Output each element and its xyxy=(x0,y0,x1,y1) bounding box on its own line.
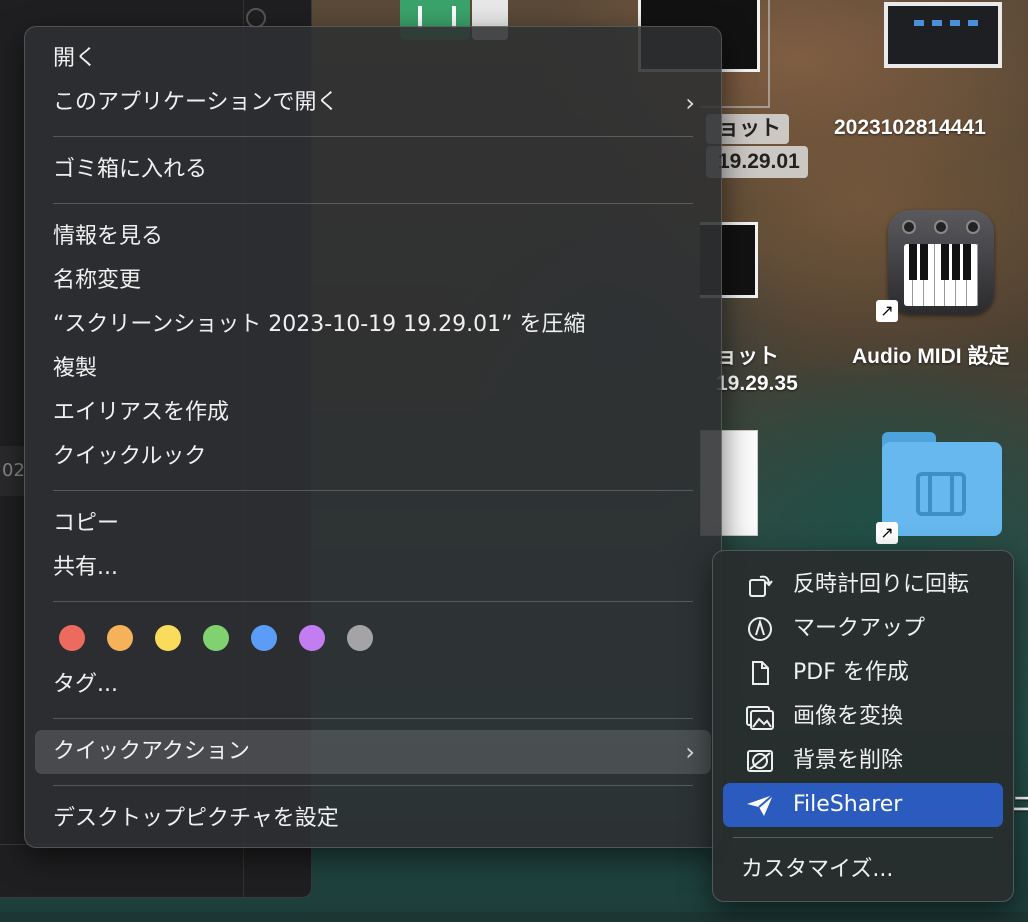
menu-item-label: このアプリケーションで開く xyxy=(53,90,339,115)
menu-item-duplicate[interactable]: 複製 xyxy=(35,347,711,391)
film-icon xyxy=(916,472,966,516)
submenu-item-markup[interactable]: マークアップ xyxy=(723,607,1003,651)
submenu-item-label: FileSharer xyxy=(793,792,903,817)
menu-item-quick-look[interactable]: クイックルック xyxy=(35,435,711,479)
desktop-label-shot2-line2[interactable]: 19.29.35 xyxy=(716,372,798,396)
photos-icon xyxy=(745,703,775,731)
submenu-item-filesharer[interactable]: FileSharer xyxy=(723,783,1003,827)
folder-body xyxy=(882,442,1002,536)
desktop-label-screenshot[interactable]: 2023102814441 xyxy=(834,116,986,140)
menu-item-label: クイックアクション xyxy=(53,739,250,764)
menu-separator xyxy=(53,718,693,719)
red-tag[interactable] xyxy=(59,625,85,651)
menu-item-make-alias[interactable]: エイリアスを作成 xyxy=(35,391,711,435)
menu-item-open-with[interactable]: このアプリケーションで開く › xyxy=(35,81,711,125)
menu-item-share[interactable]: 共有... xyxy=(35,546,711,590)
rotate-left-icon xyxy=(745,571,775,599)
menu-separator xyxy=(53,490,693,491)
markup-pen-icon xyxy=(745,615,775,643)
menu-separator xyxy=(53,203,693,204)
movies-folder-icon[interactable] xyxy=(882,432,1002,536)
submenu-item-customize[interactable]: カスタマイズ... xyxy=(723,848,1003,892)
alias-arrow-icon: ↗ xyxy=(876,522,898,544)
audio-midi-app-icon[interactable] xyxy=(888,210,994,314)
desktop-label-partial[interactable]: ニ xyxy=(1012,788,1028,818)
alias-arrow-icon: ↗ xyxy=(876,300,898,322)
thumbnail-content xyxy=(888,6,998,64)
knobs xyxy=(902,220,980,238)
desktop-label-app[interactable]: Audio MIDI 設定 xyxy=(852,340,1009,370)
orange-tag[interactable] xyxy=(107,625,133,651)
menu-separator xyxy=(53,136,693,137)
submenu-item-label: PDF を作成 xyxy=(793,660,909,685)
menu-item-set-desktop-picture[interactable]: デスクトップピクチャを設定 xyxy=(35,797,711,841)
finder-row-peek: 02 xyxy=(0,446,26,496)
submenu-item-label: 画像を変換 xyxy=(793,704,904,729)
green-tag[interactable] xyxy=(203,625,229,651)
desktop-label-shot2-line1[interactable]: ョット xyxy=(716,340,779,370)
submenu-item-convert-image[interactable]: 画像を変換 xyxy=(723,695,1003,739)
menu-item-trash[interactable]: ゴミ箱に入れる xyxy=(35,148,711,192)
dock-edge xyxy=(0,912,1028,922)
menu-item-compress[interactable]: “スクリーンショット 2023-10-19 19.29.01” を圧縮 xyxy=(35,303,711,347)
submenu-item-label: マークアップ xyxy=(793,616,926,641)
piano-keys xyxy=(904,244,979,306)
menu-separator xyxy=(733,837,993,838)
yellow-tag[interactable] xyxy=(155,625,181,651)
blue-tag[interactable] xyxy=(251,625,277,651)
gray-tag[interactable] xyxy=(347,625,373,651)
menu-separator xyxy=(53,601,693,602)
context-menu: 開く このアプリケーションで開く › ゴミ箱に入れる 情報を見る 名称変更 “ス… xyxy=(24,26,722,848)
submenu-item-create-pdf[interactable]: PDF を作成 xyxy=(723,651,1003,695)
menu-separator xyxy=(53,785,693,786)
menu-item-open[interactable]: 開く xyxy=(35,37,711,81)
menu-item-rename[interactable]: 名称変更 xyxy=(35,259,711,303)
screenshot-thumbnail-3[interactable] xyxy=(884,2,1002,68)
menu-item-quick-actions[interactable]: クイックアクション › xyxy=(35,730,711,774)
menu-item-get-info[interactable]: 情報を見る xyxy=(35,215,711,259)
menu-item-copy[interactable]: コピー xyxy=(35,502,711,546)
remove-background-icon xyxy=(745,747,775,775)
chevron-right-icon: › xyxy=(685,89,695,117)
tag-color-row xyxy=(35,613,711,663)
purple-tag[interactable] xyxy=(299,625,325,651)
menu-item-tags[interactable]: タグ... xyxy=(35,663,711,707)
quick-actions-submenu: 反時計回りに回転 マークアップ PDF を作成 画像を変換 背景を削除 File… xyxy=(712,550,1014,902)
window-control[interactable] xyxy=(246,8,266,28)
submenu-item-rotate-left[interactable]: 反時計回りに回転 xyxy=(723,563,1003,607)
paper-plane-icon xyxy=(745,791,775,819)
chevron-right-icon: › xyxy=(685,738,695,766)
submenu-item-label: 反時計回りに回転 xyxy=(793,572,970,597)
document-icon xyxy=(745,659,775,687)
submenu-item-label: 背景を削除 xyxy=(793,748,904,773)
submenu-item-remove-background[interactable]: 背景を削除 xyxy=(723,739,1003,783)
